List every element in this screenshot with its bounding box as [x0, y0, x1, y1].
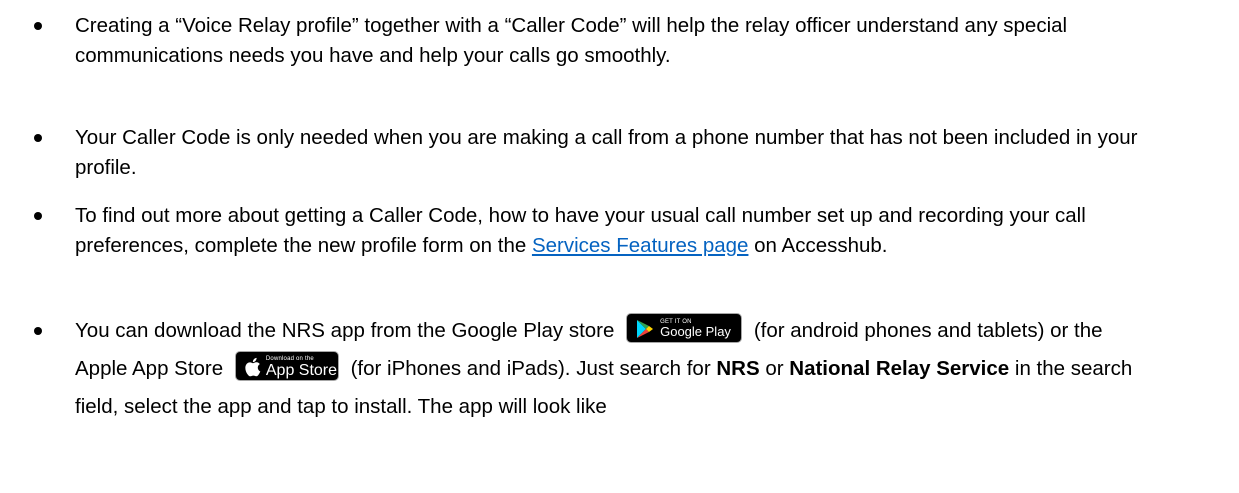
bullet-dot: [34, 212, 42, 220]
list-item: You can download the NRS app from the Go…: [34, 312, 1155, 426]
bullet-dot: [34, 327, 42, 335]
list-item: Your Caller Code is only needed when you…: [34, 123, 1155, 183]
google-play-badge[interactable]: GET IT ON Google Play: [626, 312, 743, 343]
bullet-text: You can download the NRS app from the Go…: [75, 319, 615, 342]
bullet-dot: [34, 134, 42, 142]
bold-nrs: NRS: [716, 357, 760, 380]
document-page: Creating a “Voice Relay profile” togethe…: [0, 0, 1239, 493]
app-store-badge[interactable]: Download on the App Store: [234, 350, 339, 381]
bullet-text: Creating a “Voice Relay profile” togethe…: [75, 14, 1068, 67]
app-store-big-text: App Store: [265, 361, 338, 379]
google-play-icon: [637, 319, 654, 338]
list-item: To find out more about getting a Caller …: [34, 201, 1155, 261]
bullet-text: or: [759, 357, 790, 380]
bullet-text: (for iPhones and iPads). Just search for: [350, 357, 717, 380]
services-features-link[interactable]: Services Features page: [532, 234, 749, 257]
bullet-text: Your Caller Code is only needed when you…: [75, 126, 1138, 179]
bold-national-relay-service: National Relay Service: [789, 357, 1010, 380]
apple-icon: [245, 357, 261, 376]
bullet-text: on Accesshub.: [748, 234, 888, 257]
google-play-big-text: Google Play: [660, 323, 731, 339]
bullet-dot: [34, 22, 42, 30]
list-item: Creating a “Voice Relay profile” togethe…: [34, 11, 1155, 71]
